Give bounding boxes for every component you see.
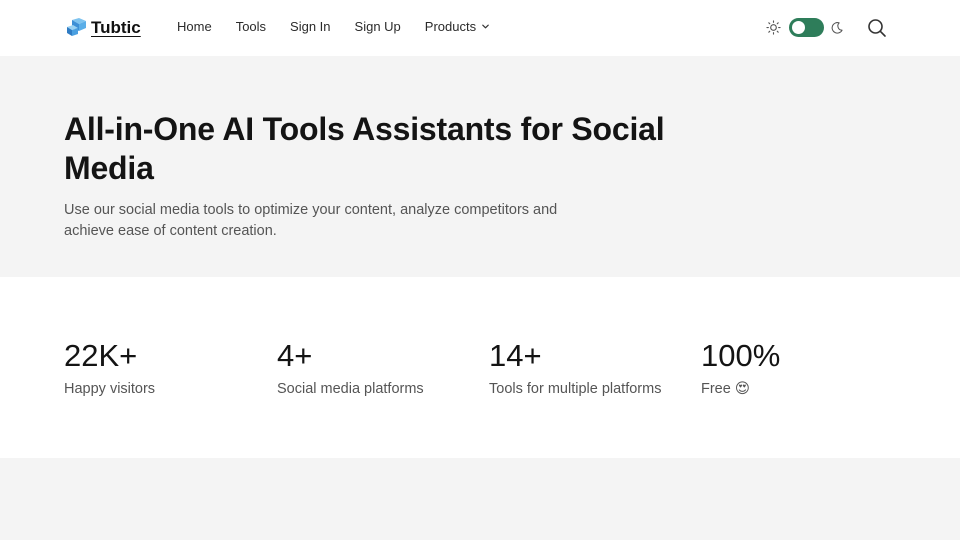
nav-home[interactable]: Home [177, 19, 212, 34]
search-icon[interactable] [867, 18, 887, 38]
stats-section: 22K+ Happy visitors 4+ Social media plat… [0, 277, 960, 458]
stat-value: 100% [701, 338, 781, 373]
hero-subtitle: Use our social media tools to optimize y… [64, 202, 558, 239]
moon-icon [831, 21, 843, 34]
stat-label: Happy visitors [64, 381, 156, 397]
sun-icon [766, 20, 781, 35]
stat-item: 4+ Social media platforms [277, 337, 424, 397]
stat-item: 14+ Tools for multiple platforms [489, 337, 661, 397]
stat-value: 14+ [489, 338, 542, 373]
site-header: Tubtic Home Tools Sign In Sign Up Produc… [0, 0, 960, 56]
nav-products-label: Products [424, 19, 477, 34]
stat-label: Free 😍 [701, 381, 750, 397]
stat-label: Tools for multiple platforms [489, 381, 662, 397]
stat-item: 22K+ Happy visitors [64, 337, 155, 397]
logo-icon [67, 18, 86, 36]
hero-title: All-in-One AI Tools Assistants for Socia… [64, 111, 665, 186]
nav-products-dropdown[interactable]: Products [425, 19, 490, 34]
theme-toggle-group [766, 18, 844, 37]
logo-link[interactable]: Tubtic [66, 16, 141, 40]
theme-toggle-switch[interactable] [789, 18, 824, 37]
toggle-knob [792, 21, 805, 34]
stat-value: 4+ [277, 338, 313, 373]
main-nav: Home Tools Sign In Sign Up Products [177, 19, 514, 34]
nav-sign-in[interactable]: Sign In [290, 19, 330, 34]
logo-text: Tubtic [91, 18, 141, 37]
stat-value: 22K+ [64, 338, 138, 373]
nav-sign-up[interactable]: Sign Up [355, 19, 401, 34]
stat-item: 100% Free 😍 [701, 337, 780, 397]
chevron-down-icon [482, 24, 489, 29]
nav-tools[interactable]: Tools [236, 19, 266, 34]
next-section [0, 458, 960, 540]
stat-label: Social media platforms [277, 381, 424, 397]
hero-section: All-in-One AI Tools Assistants for Socia… [0, 56, 960, 277]
